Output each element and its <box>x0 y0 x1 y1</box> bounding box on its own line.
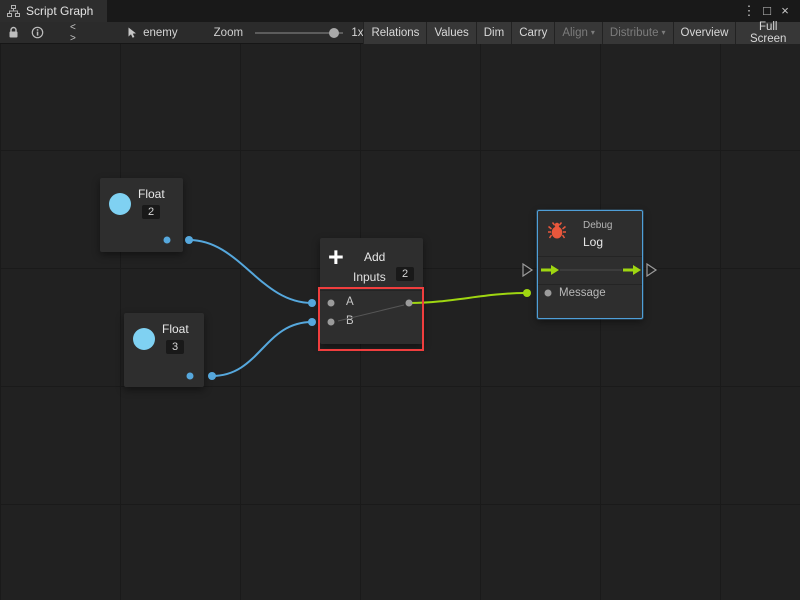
align-button[interactable]: Align ▾ <box>554 22 602 44</box>
add-port-a-label: A <box>346 296 354 308</box>
wire-float2-to-b[interactable] <box>212 322 312 376</box>
info-icon[interactable] <box>31 26 44 39</box>
float1-title: Float <box>138 187 165 201</box>
distribute-button[interactable]: Distribute ▾ <box>602 22 673 44</box>
align-button-label: Align <box>562 27 588 39</box>
add-inputs-label: Inputs <box>353 270 386 284</box>
float-node-1[interactable]: Float 2 <box>100 178 183 252</box>
carry-button[interactable]: Carry <box>511 22 554 44</box>
chevron-down-icon: ▾ <box>591 28 595 37</box>
graph-canvas[interactable]: Float 2 Float 3 + Add Inputs 2 A B Debug… <box>0 44 800 600</box>
chevron-down-icon: ▾ <box>662 28 666 37</box>
overview-button[interactable]: Overview <box>673 22 736 44</box>
debug-category-label: Debug <box>583 220 612 231</box>
menu-icon[interactable]: ⋮ <box>740 0 758 22</box>
debug-title: Log <box>583 235 603 249</box>
code-view-icon[interactable]: < > <box>70 22 87 44</box>
dim-button[interactable]: Dim <box>476 22 511 44</box>
debug-log-node[interactable]: Debug Log Message <box>537 210 643 319</box>
window-controls: ⋮ □ × <box>740 0 800 22</box>
zoom-slider-handle[interactable] <box>329 28 339 38</box>
bug-icon <box>547 221 567 241</box>
target-label: enemy <box>143 27 178 39</box>
zoom-label: Zoom <box>214 27 243 39</box>
node-divider <box>320 290 423 291</box>
graph-toolbar: < > enemy Zoom 1x Relations Values Dim C… <box>0 22 800 44</box>
graph-target-selector[interactable]: enemy <box>127 27 178 39</box>
script-graph-icon <box>7 5 20 17</box>
add-node[interactable]: + Add Inputs 2 A B <box>320 238 423 344</box>
zoom-slider[interactable] <box>255 27 343 39</box>
debug-message-label: Message <box>559 287 606 299</box>
fullscreen-button[interactable]: Full Screen <box>735 22 800 44</box>
distribute-button-label: Distribute <box>610 27 659 39</box>
wire1-start-dot <box>185 236 193 244</box>
titlebar: Script Graph ⋮ □ × <box>0 0 800 22</box>
zoom-value: 1x <box>351 27 363 39</box>
node-divider <box>538 256 642 257</box>
wire2-end-dot <box>308 318 316 326</box>
tab-title: Script Graph <box>26 4 93 18</box>
add-title: Add <box>364 250 385 264</box>
values-button[interactable]: Values <box>426 22 475 44</box>
float1-value-field[interactable]: 2 <box>142 205 160 219</box>
wire-add-to-message[interactable] <box>410 293 525 303</box>
add-inputs-count-field[interactable]: 2 <box>396 267 414 281</box>
plus-icon: + <box>328 244 344 271</box>
wire3-end-dot <box>523 289 531 297</box>
close-icon[interactable]: × <box>776 0 794 22</box>
float2-title: Float <box>162 322 189 336</box>
debug-flow-out-triangle[interactable] <box>647 264 656 276</box>
wire-float1-to-a[interactable] <box>189 240 312 303</box>
lock-icon[interactable] <box>8 26 19 39</box>
float-type-icon <box>109 193 131 215</box>
float-node-2[interactable]: Float 3 <box>124 313 204 387</box>
cursor-icon <box>127 27 138 39</box>
toolbar-button-group: Relations Values Dim Carry Align ▾ Distr… <box>363 22 800 44</box>
float-type-icon <box>133 328 155 350</box>
wire1-end-dot <box>308 299 316 307</box>
maximize-icon[interactable]: □ <box>758 0 776 22</box>
tab-script-graph[interactable]: Script Graph <box>0 0 107 22</box>
debug-flow-in-triangle[interactable] <box>523 264 532 276</box>
add-port-b-label: B <box>346 315 354 327</box>
float2-value-field[interactable]: 3 <box>166 340 184 354</box>
relations-button[interactable]: Relations <box>363 22 426 44</box>
node-divider <box>538 284 642 285</box>
wire2-start-dot <box>208 372 216 380</box>
